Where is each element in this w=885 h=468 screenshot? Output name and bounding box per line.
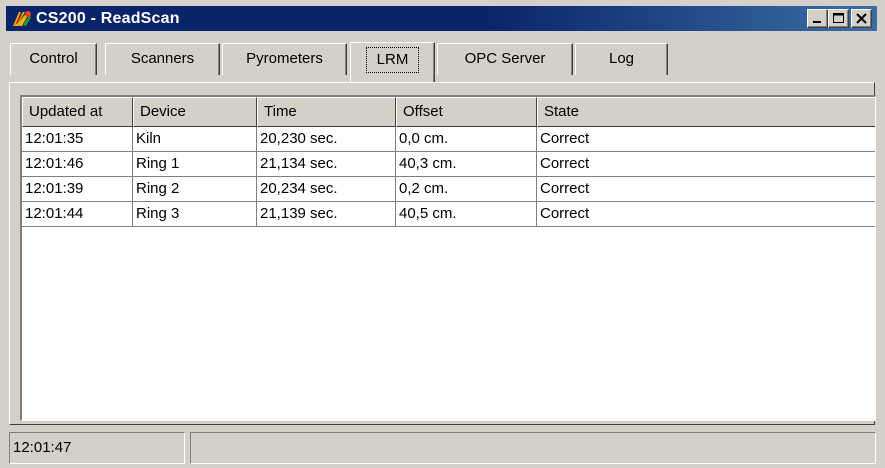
cell-offset: 40,3 cm. bbox=[396, 152, 537, 177]
cell-offset: 0,0 cm. bbox=[396, 127, 537, 152]
column-header-offset[interactable]: Offset bbox=[396, 97, 537, 127]
tab-opc-server[interactable]: OPC Server bbox=[437, 43, 573, 75]
table-header: Updated at Device Time Offset State bbox=[22, 97, 875, 127]
cell-state: Correct bbox=[537, 202, 875, 227]
tab-scanners[interactable]: Scanners bbox=[105, 43, 220, 75]
cell-updated-at: 12:01:46 bbox=[22, 152, 133, 177]
table-row[interactable]: 12:01:44 Ring 3 21,139 sec. 40,5 cm. Cor… bbox=[22, 202, 875, 227]
tab-label: Control bbox=[29, 50, 78, 67]
status-bar-message bbox=[190, 432, 876, 464]
cell-state: Correct bbox=[537, 127, 875, 152]
cell-updated-at: 12:01:44 bbox=[22, 202, 133, 227]
tab-pyrometers[interactable]: Pyrometers bbox=[222, 43, 347, 75]
maximize-icon bbox=[833, 13, 844, 23]
lrm-list-view[interactable]: Updated at Device Time Offset State 12:0… bbox=[20, 95, 876, 421]
table-row[interactable]: 12:01:39 Ring 2 20,234 sec. 0,2 cm. Corr… bbox=[22, 177, 875, 202]
cell-updated-at: 12:01:35 bbox=[22, 127, 133, 152]
column-header-updated-at[interactable]: Updated at bbox=[22, 97, 133, 127]
maximize-button[interactable] bbox=[828, 9, 849, 28]
column-header-device[interactable]: Device bbox=[133, 97, 257, 127]
close-button[interactable] bbox=[851, 9, 872, 28]
cell-time: 20,234 sec. bbox=[257, 177, 396, 202]
tab-label: Pyrometers bbox=[246, 50, 323, 67]
cell-updated-at: 12:01:39 bbox=[22, 177, 133, 202]
cell-time: 21,139 sec. bbox=[257, 202, 396, 227]
column-header-state[interactable]: State bbox=[537, 97, 875, 127]
cell-device: Ring 2 bbox=[133, 177, 257, 202]
cell-device: Ring 3 bbox=[133, 202, 257, 227]
cell-offset: 40,5 cm. bbox=[396, 202, 537, 227]
tab-control[interactable]: Control bbox=[10, 43, 97, 75]
tab-log[interactable]: Log bbox=[575, 43, 668, 75]
app-icon[interactable] bbox=[11, 9, 33, 28]
tab-label: Log bbox=[608, 50, 635, 67]
tab-label: LRM bbox=[365, 47, 420, 73]
cell-device: Kiln bbox=[133, 127, 257, 152]
cell-state: Correct bbox=[537, 152, 875, 177]
table-row[interactable]: 12:01:46 Ring 1 21,134 sec. 40,3 cm. Cor… bbox=[22, 152, 875, 177]
close-icon bbox=[856, 13, 867, 24]
tab-label: Scanners bbox=[130, 50, 195, 67]
cell-device: Ring 1 bbox=[133, 152, 257, 177]
window-title: CS200 - ReadScan bbox=[36, 10, 180, 27]
cell-time: 20,230 sec. bbox=[257, 127, 396, 152]
cell-time: 21,134 sec. bbox=[257, 152, 396, 177]
minimize-icon bbox=[813, 21, 821, 23]
cell-offset: 0,2 cm. bbox=[396, 177, 537, 202]
title-bar[interactable]: CS200 - ReadScan bbox=[6, 6, 877, 31]
minimize-button[interactable] bbox=[807, 9, 828, 28]
column-header-time[interactable]: Time bbox=[257, 97, 396, 127]
status-bar-time: 12:01:47 bbox=[9, 432, 185, 464]
table-row[interactable]: 12:01:35 Kiln 20,230 sec. 0,0 cm. Correc… bbox=[22, 127, 875, 152]
tab-label: OPC Server bbox=[464, 50, 546, 67]
app-window: CS200 - ReadScan Control Scanners Pyrome… bbox=[0, 0, 885, 468]
tab-lrm[interactable]: LRM bbox=[350, 42, 435, 82]
cell-state: Correct bbox=[537, 177, 875, 202]
